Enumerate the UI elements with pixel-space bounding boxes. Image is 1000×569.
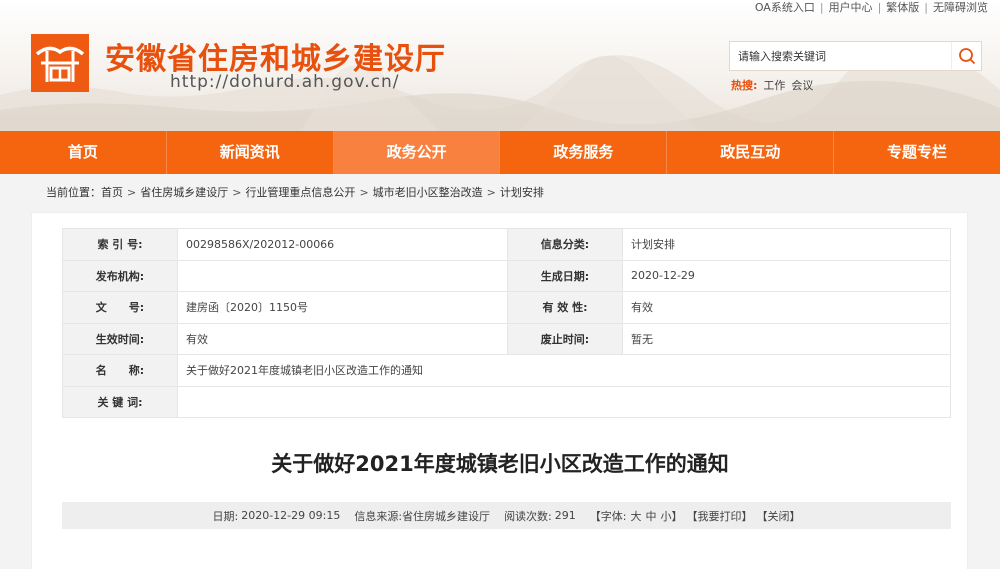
doc-number-label: 文 号:: [62, 291, 178, 324]
category-label: 信息分类:: [507, 228, 623, 261]
search-icon: [958, 48, 975, 65]
divider: |: [877, 0, 882, 14]
table-row: 发布机构: 生成日期: 2020-12-29: [62, 259, 951, 292]
top-links: OA系统入口 | 用户中心 | 繁体版 | 无障碍浏览: [755, 0, 988, 15]
hot-word[interactable]: 工作: [763, 77, 785, 93]
main-nav: 首页 新闻资讯 政务公开 政务服务 政民互动 专题专栏: [0, 131, 1000, 174]
search-button[interactable]: [951, 42, 981, 70]
document-meta-table: 索 引 号: 00298586X/202012-00066 信息分类: 计划安排…: [62, 228, 951, 418]
divider: |: [819, 0, 824, 14]
nav-item-gov-services[interactable]: 政务服务: [500, 131, 668, 174]
date-value: 2020-12-29 09:15: [241, 509, 341, 522]
generated-date-value: 2020-12-29: [622, 259, 951, 292]
keywords-label: 关 键 词:: [62, 385, 178, 418]
breadcrumb-separator: >: [359, 186, 369, 199]
print-button[interactable]: 【我要打印】: [687, 508, 753, 524]
keywords-value: [177, 385, 951, 418]
index-number-value: 00298586X/202012-00066: [177, 228, 508, 261]
nav-item-topics[interactable]: 专题专栏: [834, 131, 1000, 174]
search-input[interactable]: [730, 42, 951, 70]
breadcrumb-separator: >: [127, 186, 137, 199]
logo-emblem-icon: [31, 34, 89, 92]
effective-time-label: 生效时间:: [62, 322, 178, 355]
publisher-value: [177, 259, 508, 292]
table-row: 关 键 词:: [62, 385, 951, 418]
font-size-label: 【字体:: [589, 509, 627, 523]
hot-search: 热搜: 工作 会议: [731, 77, 813, 93]
search-box: [729, 41, 982, 71]
validity-value: 有效: [622, 291, 951, 324]
table-row: 生效时间: 有效 废止时间: 暂无: [62, 322, 951, 355]
doc-name-label: 名 称:: [62, 354, 178, 387]
breadcrumb-separator: >: [486, 186, 496, 199]
hot-word[interactable]: 会议: [791, 77, 813, 93]
breadcrumb-item[interactable]: 省住房城乡建设厅: [140, 186, 228, 199]
effective-time-value: 有效: [177, 322, 508, 355]
divider: |: [924, 0, 928, 14]
source-value: 省住房城乡建设厅: [402, 509, 491, 523]
views-label: 阅读次数:: [504, 509, 552, 523]
user-center-link[interactable]: 用户中心: [829, 0, 873, 15]
doc-name-value: 关于做好2021年度城镇老旧小区改造工作的通知: [177, 354, 951, 387]
site-header: OA系统入口 | 用户中心 | 繁体版 | 无障碍浏览 安徽省住房和城乡建设厅 …: [0, 0, 1000, 131]
breadcrumb: 当前位置：首页 > 省住房城乡建设厅 > 行业管理重点信息公开 > 城市老旧小区整治改造 > 计…: [46, 184, 544, 200]
font-size-close-bracket: 】: [671, 509, 683, 523]
close-button[interactable]: 【关闭】: [757, 508, 801, 524]
site-url: http://dohurd.ah.gov.cn/: [170, 72, 400, 92]
abolish-time-value: 暂无: [622, 322, 951, 355]
site-logo[interactable]: [31, 34, 89, 92]
breadcrumb-item[interactable]: 计划安排: [500, 186, 544, 199]
hot-search-label: 热搜:: [731, 79, 758, 92]
table-row: 索 引 号: 00298586X/202012-00066 信息分类: 计划安排: [62, 228, 951, 261]
abolish-time-label: 废止时间:: [507, 322, 623, 355]
article-title: 关于做好2021年度城镇老旧小区改造工作的通知: [271, 452, 729, 476]
table-row: 文 号: 建房函〔2020〕1150号 有 效 性: 有效: [62, 291, 951, 324]
nav-item-gov-affairs[interactable]: 政务公开: [333, 131, 501, 174]
breadcrumb-item[interactable]: 首页: [101, 186, 123, 199]
date-label: 日期:: [212, 509, 239, 523]
breadcrumb-item[interactable]: 行业管理重点信息公开: [245, 186, 355, 199]
category-value: 计划安排: [622, 228, 951, 261]
font-medium-button[interactable]: 中: [646, 508, 657, 524]
table-row: 名 称: 关于做好2021年度城镇老旧小区改造工作的通知: [62, 354, 951, 387]
oa-link[interactable]: OA系统入口: [755, 0, 815, 15]
validity-label: 有 效 性:: [507, 291, 623, 324]
publisher-label: 发布机构:: [62, 259, 178, 292]
nav-item-news[interactable]: 新闻资讯: [167, 131, 334, 174]
font-small-button[interactable]: 小: [661, 508, 672, 524]
breadcrumb-prefix: 当前位置：: [46, 186, 101, 199]
traditional-chinese-link[interactable]: 繁体版: [886, 0, 919, 15]
doc-number-value: 建房函〔2020〕1150号: [177, 291, 508, 324]
nav-item-home[interactable]: 首页: [0, 131, 167, 174]
nav-item-interaction[interactable]: 政民互动: [667, 131, 835, 174]
font-large-button[interactable]: 大: [631, 508, 642, 524]
source-label: 信息来源:: [354, 509, 403, 523]
article-info-bar: 日期: 2020-12-29 09:15 信息来源: 省住房城乡建设厅 阅读次数…: [62, 502, 951, 529]
generated-date-label: 生成日期:: [507, 259, 623, 292]
accessibility-link[interactable]: 无障碍浏览: [933, 0, 988, 15]
views-value: 291: [554, 509, 576, 522]
index-number-label: 索 引 号:: [62, 228, 178, 261]
breadcrumb-separator: >: [232, 186, 242, 199]
breadcrumb-item[interactable]: 城市老旧小区整治改造: [373, 186, 483, 199]
